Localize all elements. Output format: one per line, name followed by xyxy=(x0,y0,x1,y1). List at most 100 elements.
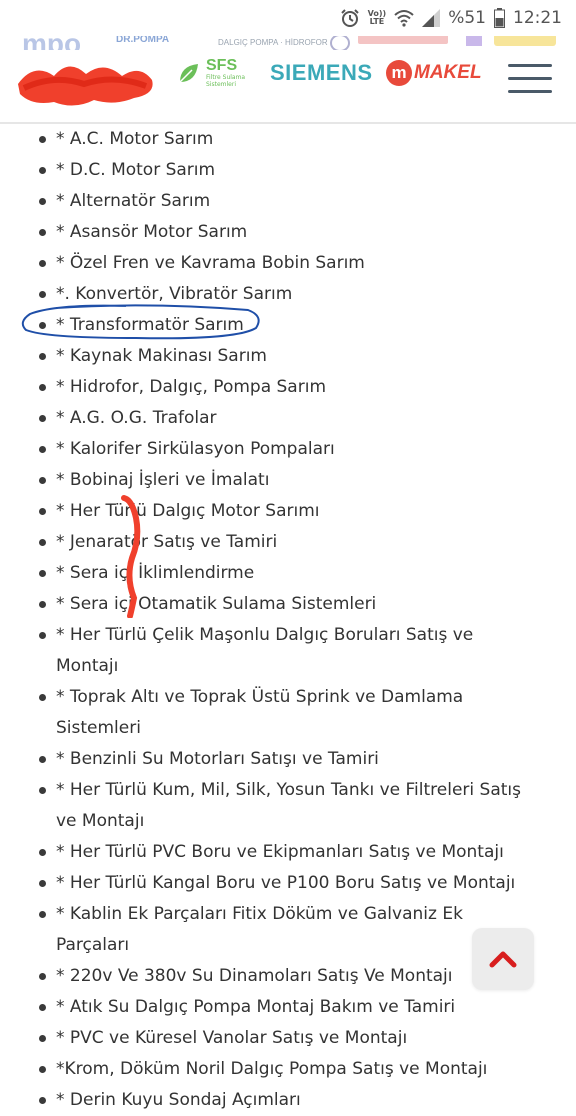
makel-logo-text: MAKEL xyxy=(414,62,482,83)
brand-strip-text: DALGIÇ POMPA · HİDROFOR xyxy=(218,38,328,47)
service-item: * Kaynak Makinası Sarım xyxy=(0,341,576,372)
service-item-text: * A.C. Motor Sarım xyxy=(56,129,214,149)
service-item-text: *. Konvertör, Vibratör Sarım xyxy=(56,284,293,304)
signal-icon xyxy=(422,9,441,27)
makel-logo[interactable]: m MAKEL xyxy=(386,60,482,86)
service-item-text: * 220v Ve 380v Su Dinamoları Satış Ve Mo… xyxy=(56,966,453,986)
brand-logo-partial xyxy=(466,36,482,46)
bullet xyxy=(39,229,46,236)
service-item-text: * Her Türlü Dalgıç Motor Sarımı xyxy=(56,501,320,521)
bullet xyxy=(39,415,46,422)
service-item-text: * Sera içi Otamatik Sulama Sistemleri xyxy=(56,594,377,614)
alarm-icon xyxy=(340,8,360,28)
service-item-text: * Toprak Altı ve Toprak Üstü Sprink ve D… xyxy=(56,687,464,738)
service-item: * Her Türlü Dalgıç Motor Sarımı xyxy=(0,496,576,527)
service-item: * A.C. Motor Sarım xyxy=(0,124,576,155)
bullet xyxy=(39,1035,46,1042)
service-item-text: * Sera içi İklimlendirme xyxy=(56,563,255,583)
bullet xyxy=(39,322,46,329)
service-item: * Toprak Altı ve Toprak Üstü Sprink ve D… xyxy=(0,682,576,744)
hamburger-menu-icon[interactable] xyxy=(508,64,552,98)
menu-bar xyxy=(508,64,552,67)
bullet xyxy=(39,570,46,577)
service-item: * Jenaratör Satış ve Tamiri xyxy=(0,527,576,558)
bullet xyxy=(39,446,46,453)
service-item-text: * Her Türlü Kum, Mil, Silk, Yosun Tankı … xyxy=(56,780,521,831)
service-item: * Asansör Motor Sarım xyxy=(0,217,576,248)
service-item: * Sera içi İklimlendirme xyxy=(0,558,576,589)
chevron-up-icon xyxy=(489,951,517,968)
service-item-text: * Asansör Motor Sarım xyxy=(56,222,248,242)
scroll-to-top-button[interactable] xyxy=(472,928,534,990)
brand-logo-strip: mpo DR.POMPA DALGIÇ POMPA · HİDROFOR xyxy=(0,36,576,50)
service-item: * D.C. Motor Sarım xyxy=(0,155,576,186)
bullet xyxy=(39,384,46,391)
site-header: mpo DR.POMPA DALGIÇ POMPA · HİDROFOR SFS… xyxy=(0,36,576,124)
brand-logo-partial xyxy=(358,36,448,44)
service-item-text: * Bobinaj İşleri ve İmalatı xyxy=(56,470,270,490)
service-item: *. Konvertör, Vibratör Sarım xyxy=(0,279,576,310)
service-item: * Sera içi Otamatik Sulama Sistemleri xyxy=(0,589,576,620)
service-item: * Derin Kuyu Sondaj Açımları xyxy=(0,1085,576,1116)
clock: 12:21 xyxy=(513,8,562,28)
bullet xyxy=(39,136,46,143)
bullet xyxy=(39,880,46,887)
service-item-text: * PVC ve Küresel Vanolar Satış ve Montaj… xyxy=(56,1028,408,1048)
bullet xyxy=(39,632,46,639)
bullet xyxy=(39,787,46,794)
brand-logo-partial xyxy=(494,36,556,46)
bullet xyxy=(39,1066,46,1073)
service-item: *Krom, Döküm Noril Dalgıç Pompa Satış ve… xyxy=(0,1054,576,1085)
service-item: * Özel Fren ve Kavrama Bobin Sarım xyxy=(0,248,576,279)
service-item-text: * Benzinli Su Motorları Satışı ve Tamiri xyxy=(56,749,379,769)
sfs-logo-subtext: Filtre Sulama Sistemleri xyxy=(206,74,246,88)
bullet xyxy=(39,849,46,856)
service-item: * Her Türlü PVC Boru ve Ekipmanları Satı… xyxy=(0,837,576,868)
bullet xyxy=(39,756,46,763)
wifi-icon xyxy=(394,9,414,27)
brand-logo-partial: DR.POMPA xyxy=(116,36,170,45)
bullet xyxy=(39,477,46,484)
bullet xyxy=(39,291,46,298)
service-item-text: * Kablin Ek Parçaları Fitix Döküm ve Gal… xyxy=(56,904,463,955)
bullet xyxy=(39,508,46,515)
service-item: * Her Türlü Kangal Boru ve P100 Boru Sat… xyxy=(0,868,576,899)
service-item-text: * Her Türlü Çelik Maşonlu Dalgıç Borular… xyxy=(56,625,474,676)
service-item: * Alternatör Sarım xyxy=(0,186,576,217)
service-item-text: * Kalorifer Sirkülasyon Pompaları xyxy=(56,439,335,459)
service-item-text: *Krom, Döküm Noril Dalgıç Pompa Satış ve… xyxy=(56,1059,488,1079)
service-item-text: * Atık Su Dalgıç Pompa Montaj Bakım ve T… xyxy=(56,997,456,1017)
bullet xyxy=(39,694,46,701)
battery-percent: %51 xyxy=(448,8,486,28)
sfs-logo-text: SFS xyxy=(206,57,238,74)
menu-bar xyxy=(508,90,552,93)
service-item-text: * Transformatör Sarım xyxy=(56,315,244,335)
sfs-logo[interactable]: SFS Filtre Sulama Sistemleri xyxy=(176,58,260,88)
service-item: * Transformatör Sarım xyxy=(0,310,576,341)
service-item-text: * A.G. O.G. Trafolar xyxy=(56,408,217,428)
bullet xyxy=(39,911,46,918)
service-item-text: * Her Türlü Kangal Boru ve P100 Boru Sat… xyxy=(56,873,516,893)
service-item: * Hidrofor, Dalgıç, Pompa Sarım xyxy=(0,372,576,403)
volte-indicator: Vo)) LTE xyxy=(368,10,387,26)
siemens-logo[interactable]: SIEMENS xyxy=(270,60,373,86)
bullet xyxy=(39,539,46,546)
bullet xyxy=(39,1097,46,1104)
service-item: * Benzinli Su Motorları Satışı ve Tamiri xyxy=(0,744,576,775)
service-item-text: * Hidrofor, Dalgıç, Pompa Sarım xyxy=(56,377,326,397)
service-item: * PVC ve Küresel Vanolar Satış ve Montaj… xyxy=(0,1023,576,1054)
service-item-text: * Alternatör Sarım xyxy=(56,191,211,211)
service-item-text: * Kaynak Makinası Sarım xyxy=(56,346,267,366)
bullet xyxy=(39,260,46,267)
bullet xyxy=(39,601,46,608)
service-item: * Kalorifer Sirkülasyon Pompaları xyxy=(0,434,576,465)
battery-icon xyxy=(494,8,505,28)
service-item-text: * Jenaratör Satış ve Tamiri xyxy=(56,532,278,552)
service-item: * A.G. O.G. Trafolar xyxy=(0,403,576,434)
service-item: * Her Türlü Çelik Maşonlu Dalgıç Borular… xyxy=(0,620,576,682)
service-item: * Her Türlü Kum, Mil, Silk, Yosun Tankı … xyxy=(0,775,576,837)
makel-logo-mark: m xyxy=(386,60,412,86)
bullet xyxy=(39,198,46,205)
service-item: * Atık Su Dalgıç Pompa Montaj Bakım ve T… xyxy=(0,992,576,1023)
bullet xyxy=(39,167,46,174)
